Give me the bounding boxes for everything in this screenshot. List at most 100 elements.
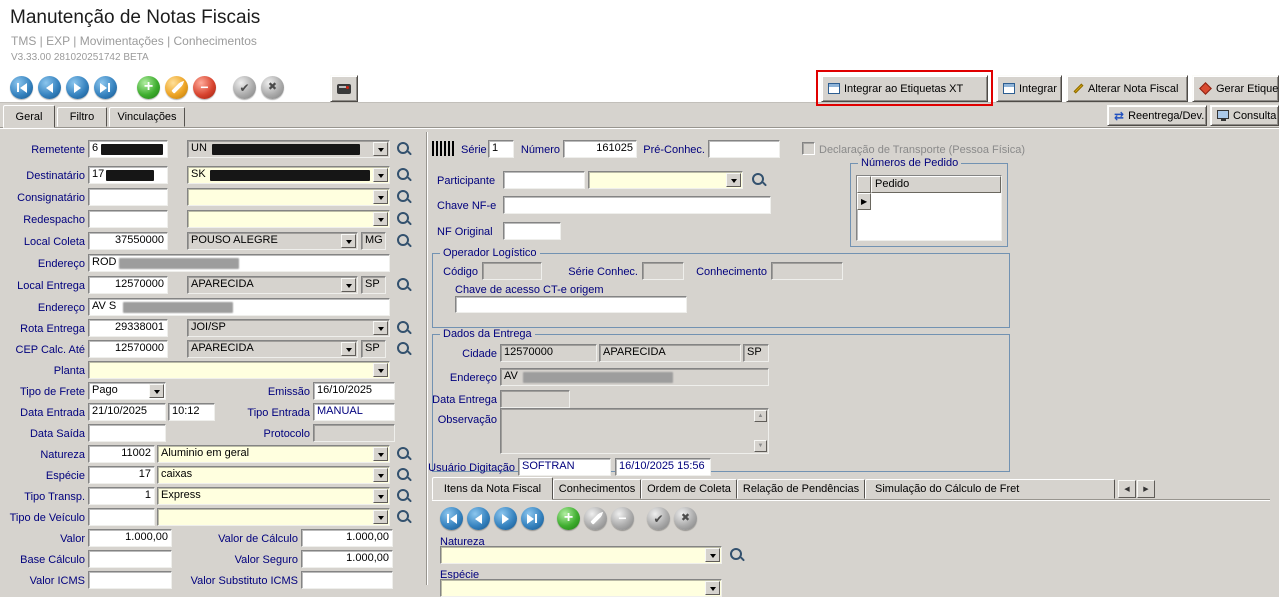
cep-calc-uf-field[interactable]: SP [361, 340, 386, 358]
tipo-frete-field[interactable]: Pago [88, 382, 166, 400]
participante-name-field[interactable] [588, 171, 743, 189]
chevron-down-icon[interactable] [341, 278, 356, 292]
search-icon[interactable] [397, 342, 412, 357]
chevron-down-icon[interactable] [726, 173, 741, 187]
chevron-down-icon[interactable] [373, 321, 388, 335]
rota-entrega-code-field[interactable]: 29338001 [88, 319, 168, 337]
remetente-name-field[interactable]: UN [187, 140, 390, 158]
tipo-veiculo-code-field[interactable] [88, 508, 155, 526]
delete-button[interactable]: − [193, 76, 216, 99]
tipo-transp-code-field[interactable]: 1 [88, 487, 155, 505]
search-icon[interactable] [397, 278, 412, 293]
consulta-avancada-button[interactable]: Consulta Avanç [1210, 105, 1279, 126]
chevron-down-icon[interactable] [149, 384, 164, 398]
conhecimento-field[interactable] [771, 262, 843, 280]
tab-scroll-right-button[interactable]: ▶ [1137, 480, 1155, 498]
valor-calculo-field[interactable]: 1.000,00 [301, 529, 393, 547]
chave-nfe-field[interactable] [503, 196, 771, 214]
tab-geral[interactable]: Geral [3, 105, 55, 128]
chevron-down-icon[interactable] [373, 363, 388, 377]
valor-icms-field[interactable] [88, 571, 172, 589]
items-nav-last-button[interactable] [521, 507, 544, 530]
barcode-icon[interactable] [432, 141, 456, 156]
base-calculo-field[interactable] [88, 550, 172, 568]
chevron-down-icon[interactable] [341, 342, 356, 356]
nav-prev-button[interactable] [38, 76, 61, 99]
printer-button[interactable] [330, 75, 358, 102]
search-icon[interactable] [397, 447, 412, 462]
natureza-code-field[interactable]: 11002 [88, 445, 155, 463]
pedidos-grid[interactable]: Pedido ▶ [856, 175, 1002, 241]
chevron-down-icon[interactable] [373, 510, 388, 524]
emissao-field[interactable]: 16/10/2025 [313, 382, 395, 400]
search-icon[interactable] [730, 548, 745, 563]
destinatario-code-field[interactable]: 17 [88, 166, 168, 184]
nav-last-button[interactable] [94, 76, 117, 99]
search-icon[interactable] [397, 468, 412, 483]
consignatario-code-field[interactable] [88, 188, 168, 206]
rota-entrega-name-field[interactable]: JOI/SP [187, 319, 390, 337]
items-delete-button[interactable]: − [611, 507, 634, 530]
search-icon[interactable] [397, 212, 412, 227]
item-especie-field[interactable] [440, 579, 722, 597]
items-add-button[interactable]: + [557, 507, 580, 530]
chave-cte-field[interactable] [455, 296, 687, 313]
valor-subst-icms-field[interactable] [301, 571, 393, 589]
items-confirm-button[interactable]: ✔ [647, 507, 670, 530]
nav-first-button[interactable] [10, 76, 33, 99]
chevron-down-icon[interactable] [705, 548, 720, 562]
local-coleta-code-field[interactable]: 37550000 [88, 232, 168, 250]
planta-field[interactable] [88, 361, 390, 379]
alterar-nota-fiscal-button[interactable]: Alterar Nota Fiscal [1066, 75, 1188, 102]
chevron-down-icon[interactable] [373, 212, 388, 226]
especie-name-field[interactable]: caixas [157, 466, 390, 484]
search-icon[interactable] [397, 234, 412, 249]
destinatario-name-field[interactable]: SK [187, 166, 390, 184]
gerar-etiqueta-button[interactable]: Gerar Etiqueta [1192, 75, 1279, 102]
especie-code-field[interactable]: 17 [88, 466, 155, 484]
data-entrega-field[interactable] [500, 390, 570, 408]
nav-next-button[interactable] [66, 76, 89, 99]
search-icon[interactable] [397, 489, 412, 504]
tab-conhecimentos[interactable]: Conhecimentos [553, 479, 641, 499]
numero-field[interactable]: 161025 [563, 140, 637, 158]
search-icon[interactable] [752, 173, 767, 188]
remetente-code-field[interactable]: 6 [88, 140, 168, 158]
chevron-down-icon[interactable] [373, 489, 388, 503]
integrar-button[interactable]: Integrar [996, 75, 1062, 102]
endereco-entrega-field[interactable]: AV S [88, 298, 390, 316]
cidade-codigo-field[interactable]: 12570000 [500, 344, 597, 362]
items-cancel-button[interactable]: ✖ [674, 507, 697, 530]
nf-original-field[interactable] [503, 222, 561, 240]
local-coleta-name-field[interactable]: POUSO ALEGRE [187, 232, 358, 250]
cep-calc-name-field[interactable]: APARECIDA [187, 340, 358, 358]
confirm-button[interactable]: ✔ [233, 76, 256, 99]
chevron-down-icon[interactable] [373, 190, 388, 204]
tipo-transp-name-field[interactable]: Express [157, 487, 390, 505]
cidade-uf-field[interactable]: SP [743, 344, 769, 362]
protocolo-field[interactable] [313, 424, 395, 442]
search-icon[interactable] [397, 168, 412, 183]
tab-relacao-pendencias[interactable]: Relação de Pendências [737, 479, 865, 499]
entrega-endereco-field[interactable]: AV [500, 368, 769, 386]
search-icon[interactable] [397, 510, 412, 525]
local-entrega-name-field[interactable]: APARECIDA [187, 276, 358, 294]
chevron-down-icon[interactable] [373, 168, 388, 182]
chevron-down-icon[interactable] [373, 447, 388, 461]
redespacho-code-field[interactable] [88, 210, 168, 228]
search-icon[interactable] [397, 321, 412, 336]
items-nav-first-button[interactable] [440, 507, 463, 530]
consignatario-name-field[interactable] [187, 188, 390, 206]
data-saida-field[interactable] [88, 424, 166, 442]
items-edit-button[interactable] [584, 507, 607, 530]
data-entrada-date-field[interactable]: 21/10/2025 [88, 403, 166, 421]
chevron-down-icon[interactable] [341, 234, 356, 248]
search-icon[interactable] [397, 190, 412, 205]
search-icon[interactable] [397, 142, 412, 157]
observacao-textarea[interactable]: ▲ ▼ [500, 408, 769, 454]
cancel-button[interactable]: ✖ [261, 76, 284, 99]
natureza-name-field[interactable]: Aluminio em geral [157, 445, 390, 463]
chevron-down-icon[interactable] [373, 468, 388, 482]
participante-code-field[interactable] [503, 171, 585, 189]
items-nav-next-button[interactable] [494, 507, 517, 530]
